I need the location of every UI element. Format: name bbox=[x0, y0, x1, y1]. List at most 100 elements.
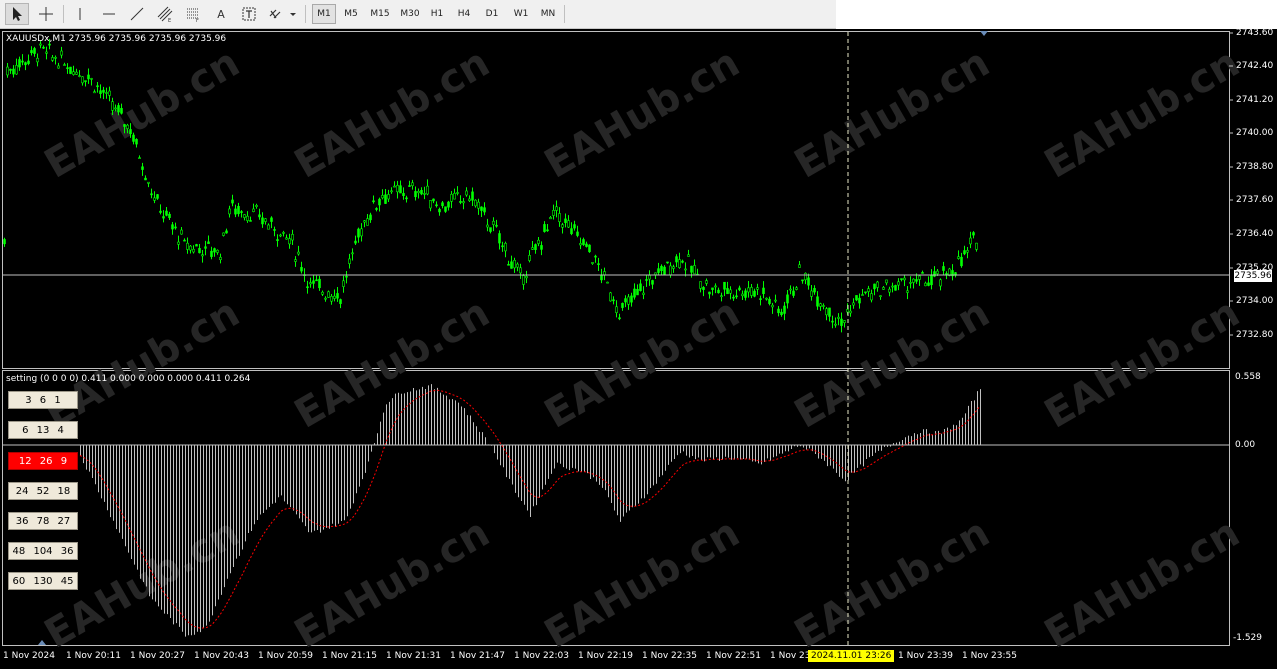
preset-button-60-130-45[interactable]: 60 130 45 bbox=[8, 572, 78, 590]
timeframe-h4[interactable]: H4 bbox=[453, 4, 475, 24]
candle-body bbox=[195, 244, 198, 247]
candle-body bbox=[270, 217, 273, 222]
candle-body bbox=[939, 279, 942, 287]
timeframe-m5[interactable]: M5 bbox=[339, 4, 363, 24]
candle-body bbox=[693, 265, 696, 275]
watermark-text: EAHub.cn bbox=[1037, 290, 1247, 438]
timeframe-h1[interactable]: H1 bbox=[426, 4, 448, 24]
candle-body bbox=[495, 224, 498, 227]
candle-body bbox=[87, 74, 90, 80]
candle-body bbox=[438, 208, 441, 213]
candle-body bbox=[810, 290, 813, 297]
candle-body bbox=[900, 278, 903, 280]
chart-shift-marker[interactable] bbox=[980, 31, 988, 36]
candle-body bbox=[315, 279, 318, 282]
candle-body bbox=[99, 90, 102, 94]
candle-body bbox=[42, 46, 45, 49]
candle-body bbox=[636, 289, 639, 296]
candle-body bbox=[18, 59, 21, 68]
candle-body bbox=[447, 201, 450, 208]
trendline-icon[interactable] bbox=[125, 3, 149, 25]
text-icon[interactable]: A bbox=[209, 3, 233, 25]
candle-body bbox=[873, 283, 876, 290]
candle-body bbox=[381, 195, 384, 199]
timeframe-m15[interactable]: M15 bbox=[366, 4, 394, 24]
timeframe-m30[interactable]: M30 bbox=[396, 4, 424, 24]
timeframe-mn[interactable]: MN bbox=[536, 4, 560, 24]
candle-body bbox=[390, 190, 393, 193]
watermark-text: EAHub.cn bbox=[37, 290, 247, 438]
candle-body bbox=[150, 193, 153, 196]
preset-button-12-26-9[interactable]: 12 26 9 bbox=[8, 452, 78, 470]
candle-body bbox=[243, 214, 246, 218]
candle-body bbox=[222, 232, 225, 236]
candle-body bbox=[36, 57, 39, 63]
candle-body bbox=[420, 190, 423, 195]
candle-body bbox=[537, 239, 540, 244]
candle-body bbox=[294, 259, 297, 262]
candle-body bbox=[546, 229, 549, 232]
svg-text:E: E bbox=[168, 18, 171, 22]
price-tick-label: 2743.60 bbox=[1236, 28, 1274, 38]
candle-body bbox=[345, 275, 348, 278]
candle-body bbox=[771, 304, 774, 308]
candle-body bbox=[171, 224, 174, 230]
candle-body bbox=[861, 294, 864, 296]
chart-window[interactable]: EAHub.cn EAHub.cn EAHub.cn EAHub.cn EAHub.cn… bbox=[0, 28, 1277, 669]
candle-body bbox=[612, 299, 615, 302]
price-tick-label: 2734.00 bbox=[1236, 296, 1274, 306]
candle-body bbox=[396, 185, 399, 193]
candle-body bbox=[324, 297, 327, 300]
preset-button-3-6-1[interactable]: 3 6 1 bbox=[8, 391, 78, 409]
candle-body bbox=[912, 278, 915, 283]
crosshair-icon[interactable] bbox=[34, 3, 58, 25]
candle-body bbox=[600, 275, 603, 281]
preset-button-48-104-36[interactable]: 48 104 36 bbox=[8, 542, 78, 560]
candle-body bbox=[567, 220, 570, 228]
candle-body bbox=[273, 229, 276, 231]
vertical-line-icon[interactable] bbox=[68, 3, 92, 25]
candle-body bbox=[738, 287, 741, 291]
channel-icon[interactable]: E bbox=[153, 3, 177, 25]
fibonacci-icon[interactable]: F bbox=[181, 3, 205, 25]
text-tool-glyph: A bbox=[217, 7, 225, 21]
scroll-marker[interactable] bbox=[38, 640, 46, 645]
candle-body bbox=[510, 261, 513, 269]
shapes-dropdown-icon[interactable] bbox=[266, 3, 300, 25]
candle-body bbox=[681, 260, 684, 263]
timeframe-w1[interactable]: W1 bbox=[509, 4, 533, 24]
timeframe-d1[interactable]: D1 bbox=[481, 4, 503, 24]
candle-body bbox=[297, 251, 300, 255]
candle-body bbox=[354, 240, 357, 244]
candle-body bbox=[408, 185, 411, 187]
candle-body bbox=[657, 268, 660, 273]
toolbar-separator bbox=[564, 5, 565, 23]
candle-body bbox=[321, 291, 324, 295]
candle-body bbox=[942, 266, 945, 271]
preset-button-36-78-27[interactable]: 36 78 27 bbox=[8, 512, 78, 530]
chart-canvas[interactable]: EAHub.cn EAHub.cn EAHub.cn EAHub.cn EAHub.cn… bbox=[0, 29, 1277, 669]
candle-body bbox=[909, 282, 912, 284]
arrow-cursor-icon[interactable] bbox=[5, 3, 29, 25]
text-label-icon[interactable] bbox=[237, 3, 261, 25]
watermark-text: EAHub.cn bbox=[287, 510, 497, 658]
candle-body bbox=[435, 204, 438, 207]
candle-body bbox=[285, 237, 288, 240]
candle-body bbox=[6, 66, 9, 76]
preset-button-6-13-4[interactable]: 6 13 4 bbox=[8, 421, 78, 439]
candle-body bbox=[792, 290, 795, 296]
horizontal-line-icon[interactable] bbox=[97, 3, 121, 25]
candle-body bbox=[819, 303, 822, 307]
candle-body bbox=[924, 282, 927, 287]
candle-body bbox=[477, 201, 480, 209]
time-tick-label: 1 Nov 22:03 bbox=[514, 651, 569, 661]
candle-body bbox=[387, 194, 390, 200]
timeframe-m1[interactable]: M1 bbox=[312, 4, 336, 24]
preset-button-24-52-18[interactable]: 24 52 18 bbox=[8, 482, 78, 500]
candle-body bbox=[312, 280, 315, 284]
candle-body bbox=[720, 295, 723, 297]
candle-body bbox=[543, 224, 546, 232]
candle-body bbox=[666, 261, 669, 264]
candle-body bbox=[780, 311, 783, 316]
time-tick-label: 1 Nov 22:19 bbox=[578, 651, 633, 661]
